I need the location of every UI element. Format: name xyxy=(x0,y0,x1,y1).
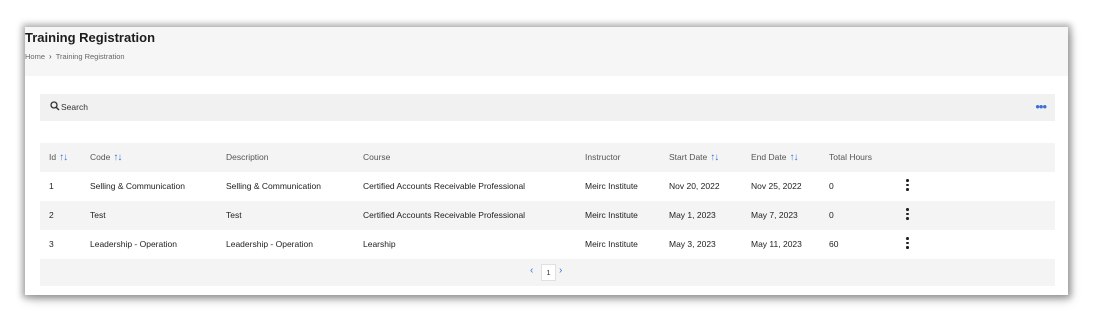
cell-instructor: Meirc Institute xyxy=(585,239,638,249)
registration-table: Id ↑↓ Code ↑↓ Description Course Instructo… xyxy=(40,143,1055,259)
column-header-code[interactable]: Code ↑↓ xyxy=(90,143,122,172)
page-number-button[interactable]: 1 xyxy=(541,264,556,281)
sort-icon[interactable]: ↑↓ xyxy=(789,152,798,163)
page-header: Training Registration Home › Training Re… xyxy=(25,27,1068,76)
table-row[interactable]: 2 Test Test Certified Accounts Receivabl… xyxy=(40,201,1055,230)
cell-instructor: Meirc Institute xyxy=(585,181,638,191)
cell-end-date: May 7, 2023 xyxy=(751,210,798,220)
cell-end-date: Nov 25, 2022 xyxy=(751,181,802,191)
column-header-description: Description xyxy=(226,152,269,162)
cell-id: 3 xyxy=(49,239,54,249)
chevron-left-icon[interactable]: ‹ xyxy=(530,265,533,276)
row-actions-icon[interactable] xyxy=(906,237,910,252)
sort-icon[interactable]: ↑↓ xyxy=(59,152,68,163)
table-header-row: Id ↑↓ Code ↑↓ Description Course Instructo… xyxy=(40,143,1055,172)
page-title: Training Registration xyxy=(25,30,156,45)
search-input[interactable]: Search xyxy=(61,102,88,112)
column-header-course: Course xyxy=(363,152,391,162)
cell-description: Leadership - Operation xyxy=(226,239,313,249)
pagination: ‹ 1 › xyxy=(40,259,1055,286)
column-header-end-date[interactable]: End Date ↑↓ xyxy=(751,143,798,172)
more-options-icon[interactable]: ••• xyxy=(1035,100,1047,113)
column-header-total-hours: Total Hours xyxy=(829,152,872,162)
row-actions-icon[interactable] xyxy=(906,208,910,223)
search-icon xyxy=(50,101,60,111)
chevron-right-icon: › xyxy=(49,52,52,61)
sort-icon[interactable]: ↑↓ xyxy=(710,152,719,163)
cell-id: 1 xyxy=(49,181,54,191)
breadcrumb-current: Training Registration xyxy=(55,52,125,61)
breadcrumb-home[interactable]: Home xyxy=(25,52,45,61)
cell-total-hours: 60 xyxy=(829,239,839,249)
cell-id: 2 xyxy=(49,210,54,220)
breadcrumb: Home › Training Registration xyxy=(25,52,125,61)
row-actions-icon[interactable] xyxy=(906,179,910,194)
cell-total-hours: 0 xyxy=(829,210,834,220)
table-row[interactable]: 3 Leadership - Operation Leadership - Op… xyxy=(40,230,1055,259)
chevron-right-icon[interactable]: › xyxy=(559,265,562,276)
cell-description: Test xyxy=(226,210,242,220)
cell-description: Selling & Communication xyxy=(226,181,321,191)
cell-code: Test xyxy=(90,210,106,220)
cell-instructor: Meirc Institute xyxy=(585,210,638,220)
cell-total-hours: 0 xyxy=(829,181,834,191)
cell-start-date: Nov 20, 2022 xyxy=(669,181,720,191)
cell-course: Certified Accounts Receivable Profession… xyxy=(363,181,526,191)
column-header-instructor: Instructor xyxy=(585,152,621,162)
cell-start-date: May 1, 2023 xyxy=(669,210,716,220)
cell-course: Certified Accounts Receivable Profession… xyxy=(363,210,526,220)
column-header-start-date[interactable]: Start Date ↑↓ xyxy=(669,143,719,172)
cell-code: Selling & Communication xyxy=(90,181,185,191)
app-frame: Training Registration Home › Training Re… xyxy=(25,27,1068,295)
sort-icon[interactable]: ↑↓ xyxy=(113,152,122,163)
cell-code: Leadership - Operation xyxy=(90,239,177,249)
cell-course: Learship xyxy=(363,239,396,249)
cell-start-date: May 3, 2023 xyxy=(669,239,716,249)
column-header-id[interactable]: Id ↑↓ xyxy=(49,143,68,172)
cell-end-date: May 11, 2023 xyxy=(751,239,802,249)
table-row[interactable]: 1 Selling & Communication Selling & Comm… xyxy=(40,172,1055,201)
search-bar[interactable]: Search ••• xyxy=(40,94,1055,121)
